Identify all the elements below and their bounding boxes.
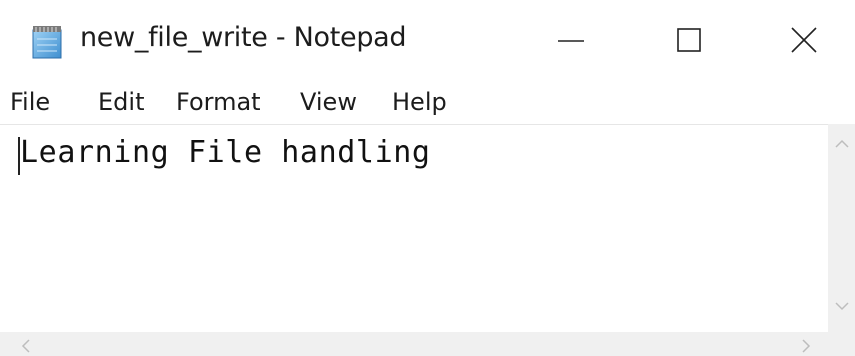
chevron-right-icon[interactable] (800, 338, 812, 354)
minimize-icon (558, 40, 584, 42)
close-icon (791, 27, 817, 53)
chevron-left-icon[interactable] (20, 338, 32, 354)
scrollbar-corner (828, 332, 855, 356)
menu-file[interactable]: File (10, 88, 50, 116)
menu-format[interactable]: Format (176, 88, 261, 116)
maximize-button[interactable] (660, 20, 720, 62)
chevron-up-icon[interactable] (834, 138, 850, 150)
horizontal-scrollbar[interactable] (0, 332, 828, 356)
title-bar[interactable]: new_file_write - Notepad (0, 0, 855, 84)
editor-content: Learning File handling (20, 135, 431, 170)
menu-edit[interactable]: Edit (98, 88, 144, 116)
vertical-scrollbar[interactable] (828, 124, 855, 332)
minimize-button[interactable] (548, 20, 608, 62)
menu-help[interactable]: Help (392, 88, 447, 116)
notepad-icon (30, 24, 64, 60)
chevron-down-icon[interactable] (834, 300, 850, 312)
close-button[interactable] (782, 20, 842, 62)
maximize-icon (677, 28, 701, 52)
text-editor[interactable]: Learning File handling (0, 124, 828, 333)
window-title: new_file_write - Notepad (80, 22, 407, 53)
menu-bar: File Edit Format View Help (0, 84, 855, 124)
menu-view[interactable]: View (300, 88, 357, 116)
